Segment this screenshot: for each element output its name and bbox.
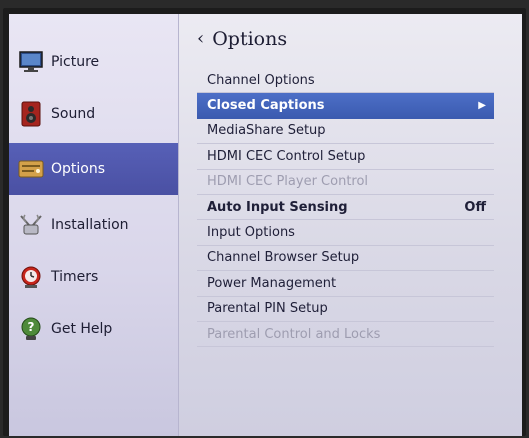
sidebar-item-picture[interactable]: Picture — [9, 36, 178, 88]
sidebar-item-label: Picture — [51, 54, 100, 70]
sidebar-item-sound[interactable]: Sound — [9, 88, 178, 140]
menu-item-parental-control-and-locks: Parental Control and Locks — [197, 322, 494, 348]
sidebar-item-get-help[interactable]: ? Get Help — [9, 303, 178, 355]
menu-item-parental-pin-setup[interactable]: Parental PIN Setup — [197, 297, 494, 322]
chevron-left-icon[interactable]: ‹ — [197, 30, 204, 48]
menu-item-label: HDMI CEC Control Setup — [207, 148, 366, 164]
menu-item-value: Off — [464, 199, 486, 215]
page-header: ‹ Options — [197, 28, 512, 50]
picture-icon — [17, 48, 45, 76]
menu-item-label: Parental PIN Setup — [207, 301, 328, 317]
svg-text:?: ? — [28, 320, 35, 334]
menu-item-power-management[interactable]: Power Management — [197, 271, 494, 297]
timer-icon — [17, 263, 45, 291]
menu-item-label: Closed Captions — [207, 98, 325, 114]
sidebar-item-installation[interactable]: Installation — [9, 199, 178, 251]
options-menu: Channel Options Closed Captions ▶ MediaS… — [197, 68, 494, 348]
sidebar-item-timers[interactable]: Timers — [9, 251, 178, 303]
tv-frame: Picture Sound Options Installation Timer… — [3, 8, 526, 436]
help-icon: ? — [17, 315, 45, 343]
speaker-icon — [17, 100, 45, 128]
submenu-arrow-icon: ▶ — [478, 100, 486, 112]
options-icon — [17, 155, 45, 183]
sidebar-item-label: Installation — [51, 217, 129, 233]
menu-item-channel-browser-setup[interactable]: Channel Browser Setup — [197, 246, 494, 272]
menu-item-closed-captions[interactable]: Closed Captions ▶ — [197, 93, 494, 119]
menu-item-input-options[interactable]: Input Options — [197, 220, 494, 246]
sidebar-item-label: Timers — [51, 269, 99, 285]
sidebar-item-label: Sound — [51, 106, 96, 122]
menu-item-label: Auto Input Sensing — [207, 199, 348, 215]
antenna-icon — [17, 211, 45, 239]
menu-item-label: Channel Browser Setup — [207, 250, 360, 266]
menu-item-label: Power Management — [207, 275, 337, 291]
menu-item-label: Channel Options — [207, 72, 315, 88]
menu-item-channel-options[interactable]: Channel Options — [197, 68, 494, 94]
sidebar-item-options[interactable]: Options — [9, 143, 178, 195]
sidebar-item-label: Options — [51, 161, 106, 177]
menu-item-label: HDMI CEC Player Control — [207, 174, 369, 190]
options-panel: ‹ Options Channel Options Closed Caption… — [179, 14, 522, 436]
page-title: Options — [212, 28, 288, 50]
sidebar-item-label: Get Help — [51, 321, 113, 337]
menu-item-hdmi-cec-control-setup[interactable]: HDMI CEC Control Setup — [197, 144, 494, 170]
tv-screen: Picture Sound Options Installation Timer… — [9, 14, 522, 436]
menu-item-label: Input Options — [207, 225, 295, 241]
menu-item-label: Parental Control and Locks — [207, 326, 381, 342]
menu-item-hdmi-cec-player-control: HDMI CEC Player Control — [197, 170, 494, 195]
menu-item-label: MediaShare Setup — [207, 123, 326, 139]
menu-item-mediashare-setup[interactable]: MediaShare Setup — [197, 119, 494, 145]
sidebar: Picture Sound Options Installation Timer… — [9, 14, 179, 436]
menu-item-auto-input-sensing[interactable]: Auto Input Sensing Off — [197, 195, 494, 221]
